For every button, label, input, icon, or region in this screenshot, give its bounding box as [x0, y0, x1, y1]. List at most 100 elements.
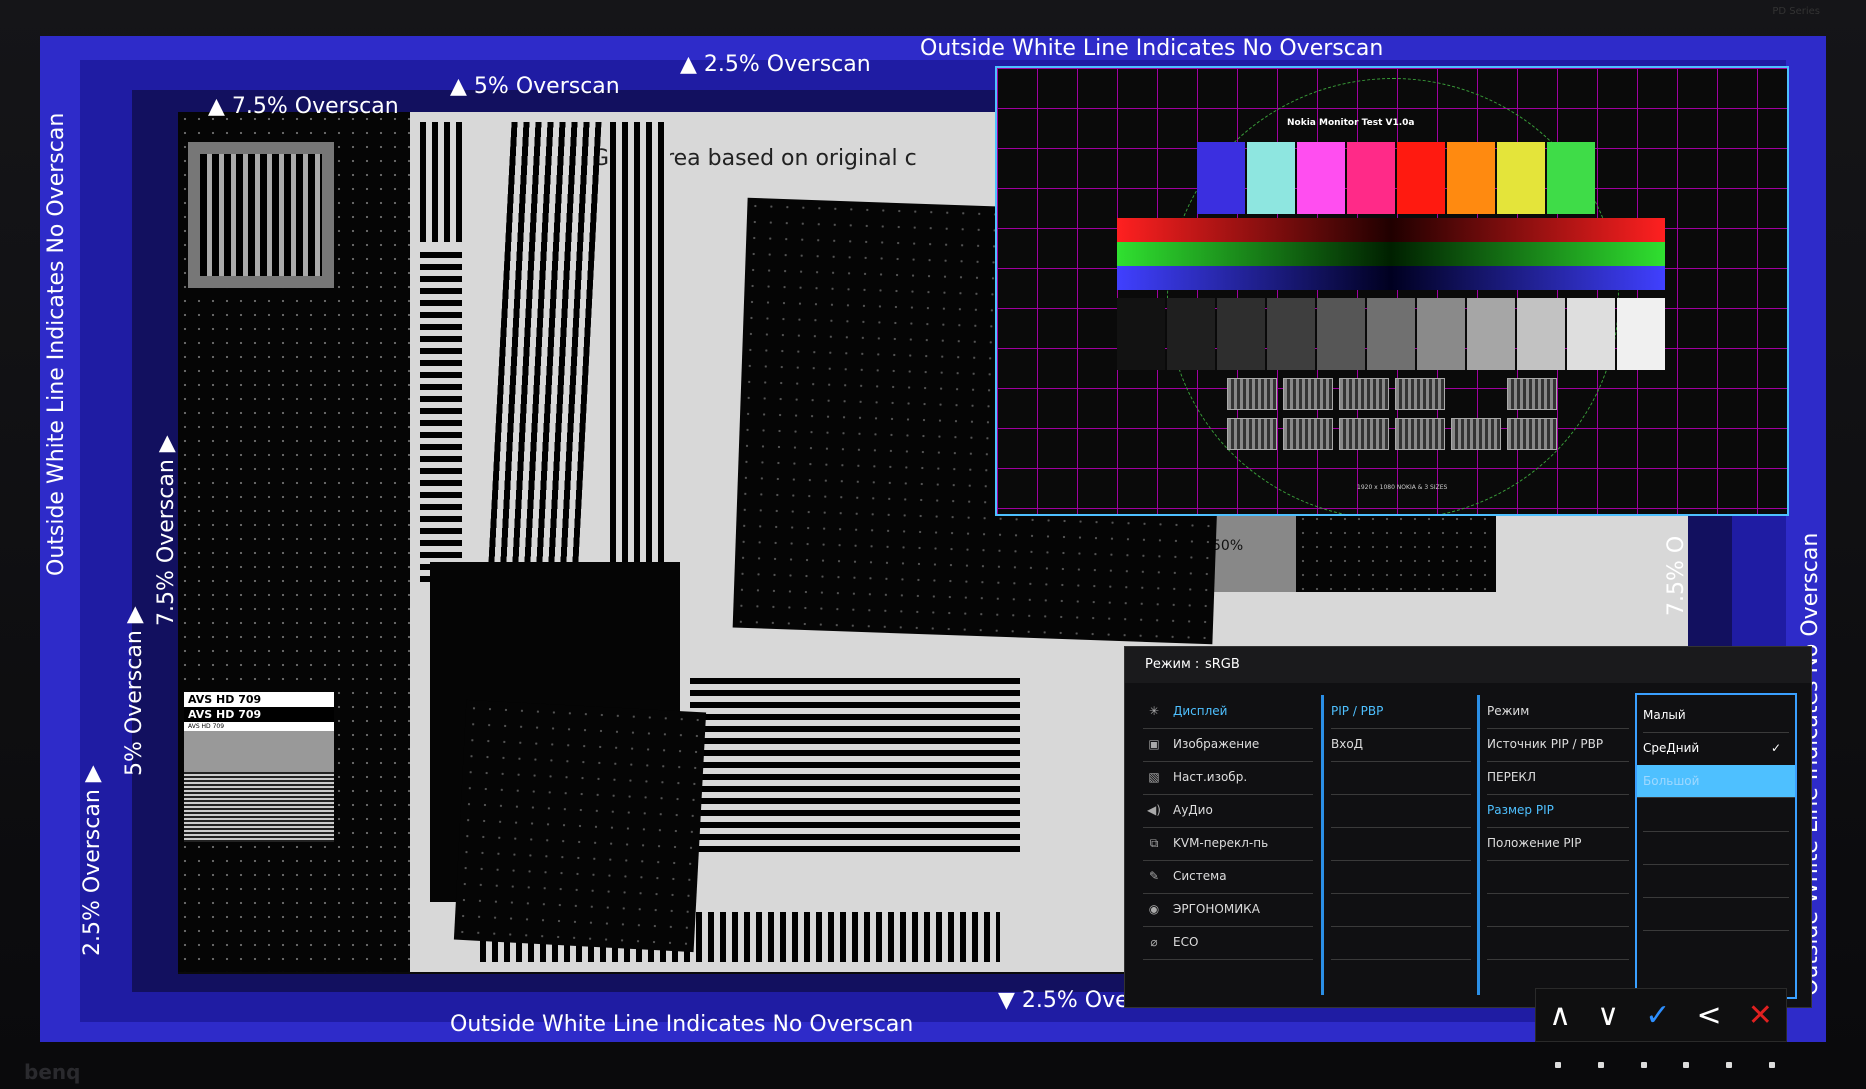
option-pip-size[interactable]: Размер PIP — [1487, 794, 1629, 828]
color-bar — [1497, 142, 1545, 214]
option-swap[interactable]: ПЕРЕКЛ — [1487, 761, 1629, 795]
confirm-button[interactable]: ✓ — [1645, 998, 1670, 1033]
monitor-bezel: PD Series benq AVS HD 709 AVS HD 709 AVS… — [0, 0, 1866, 1089]
test-icon — [1339, 378, 1389, 410]
submenu-item-pip-pbp[interactable]: PIP / PBP — [1331, 695, 1471, 729]
osd-separator — [1477, 695, 1480, 995]
gray-step — [1167, 298, 1215, 370]
menu-item-picture-advanced[interactable]: ▧ Наст.изобр. — [1143, 761, 1313, 795]
horizontal-lines-pattern — [690, 672, 1020, 852]
hardware-key[interactable] — [1768, 1062, 1775, 1068]
menu-item-picture[interactable]: ▣ Изображение — [1143, 728, 1313, 762]
menu-item-display[interactable]: ✳ Дисплей — [1143, 695, 1313, 729]
overscan-2-5-label-left: 2.5% Overscan ▶ — [80, 765, 105, 956]
curved-lines-pattern — [610, 122, 670, 562]
osd-separator — [1321, 695, 1324, 995]
gray-step — [1367, 298, 1415, 370]
gray-step — [1417, 298, 1465, 370]
down-arrow-button[interactable]: ∨ — [1597, 998, 1619, 1033]
color-bar — [1347, 142, 1395, 214]
test-icon — [1395, 418, 1445, 450]
monitor-screen: AVS HD 709 AVS HD 709 AVS HD 709 Gray ar… — [40, 36, 1826, 1042]
value-medium[interactable]: СреДний ✓ — [1643, 732, 1789, 766]
color-bar — [1447, 142, 1495, 214]
wrench-icon: ✎ — [1148, 869, 1160, 883]
menu-item-kvm[interactable]: ⧉ KVM-перекл-пь — [1143, 827, 1313, 861]
pip-color-bars — [1197, 142, 1597, 214]
avs-label: AVS HD 709 — [184, 692, 334, 707]
black-square-small — [453, 699, 707, 953]
picture-advanced-icon: ▧ — [1148, 770, 1160, 784]
menu-item-system[interactable]: ✎ Система — [1143, 860, 1313, 894]
kvm-icon: ⧉ — [1149, 836, 1159, 850]
osd-navigation-bar: ∧ ∨ ✓ < ✕ — [1535, 988, 1787, 1042]
picture-icon: ▣ — [1148, 737, 1160, 751]
fifty-percent-label: 50% — [1212, 538, 1244, 554]
test-icon — [1395, 378, 1445, 410]
left-pattern-panel: AVS HD 709 AVS HD 709 AVS HD 709 — [178, 112, 410, 972]
pip-gray-steps — [1117, 298, 1667, 370]
value-small[interactable]: Малый — [1643, 699, 1789, 733]
pip-rgb-strip — [1117, 218, 1665, 290]
back-button[interactable]: < — [1697, 998, 1722, 1033]
up-arrow-button[interactable]: ∧ — [1549, 998, 1571, 1033]
osd-menu: Режим : sRGB ✳ Дисплей ▣ Изображение ▧ Наст… — [1124, 646, 1812, 1008]
osd-values-panel: Малый СреДний ✓ Большой — [1635, 693, 1797, 999]
no-overscan-label-bottom: Outside White Line Indicates No Overscan — [450, 1012, 914, 1037]
hardware-key[interactable] — [1640, 1062, 1647, 1068]
no-overscan-label-top: Outside White Line Indicates No Overscan — [920, 36, 1384, 61]
overscan-5-label-left: 5% Overscan ▶ — [122, 606, 147, 776]
test-icon — [1507, 418, 1557, 450]
option-pip-source[interactable]: Источник PIP / PBP — [1487, 728, 1629, 762]
osd-submenu: PIP / PBP ВхоД — [1331, 695, 1471, 997]
option-pip-position[interactable]: Положение PIP — [1487, 827, 1629, 861]
overscan-7-5-label-right: 7.5% O — [1664, 535, 1689, 616]
osd-main-menu: ✳ Дисплей ▣ Изображение ▧ Наст.изобр. ◀) АуД… — [1143, 695, 1313, 997]
osd-header: Режим : sRGB — [1125, 647, 1811, 683]
step-bars-pattern — [420, 252, 462, 582]
color-bar — [1197, 142, 1245, 214]
test-icon — [1283, 418, 1333, 450]
overscan-2-5-label-top: ▲ 2.5% Overscan — [680, 52, 871, 77]
overscan-7-5-label-left: 7.5% Overscan ▶ — [154, 435, 179, 626]
test-icon — [1227, 418, 1277, 450]
color-bar — [1247, 142, 1295, 214]
converging-lines-pattern — [488, 122, 602, 562]
display-icon: ✳ — [1148, 704, 1160, 718]
no-overscan-label-left: Outside White Line Indicates No Overscan — [44, 112, 69, 576]
pip-window: Nokia Monitor Test V1.0a 1920 x 1080 NOK… — [995, 66, 1789, 516]
avs-block: AVS HD 709 AVS HD 709 AVS HD 709 — [184, 692, 334, 842]
menu-item-eco[interactable]: ⌀ ECO — [1143, 926, 1313, 960]
hardware-key[interactable] — [1683, 1062, 1690, 1068]
hardware-key[interactable] — [1597, 1062, 1604, 1068]
osd-mode-value: sRGB — [1205, 657, 1240, 672]
hardware-key[interactable] — [1555, 1062, 1561, 1068]
osd-options: Режим Источник PIP / PBP ПЕРЕКЛ Размер P… — [1487, 695, 1629, 997]
gray-step — [1317, 298, 1365, 370]
avs-label-small: AVS HD 709 — [184, 722, 334, 731]
test-icon — [1507, 378, 1557, 410]
test-icon — [1451, 418, 1501, 450]
option-mode[interactable]: Режим — [1487, 695, 1629, 729]
pip-caption: 1920 x 1080 NOKIA & 3 SIZES — [1357, 484, 1448, 491]
menu-item-ergonomics[interactable]: ◉ ЭРГОНОМИКА — [1143, 893, 1313, 927]
gray-step — [1267, 298, 1315, 370]
gray-step — [1567, 298, 1615, 370]
color-bar — [1297, 142, 1345, 214]
fine-lines-pattern — [420, 122, 462, 242]
test-icon — [1227, 378, 1277, 410]
monitor-model: PD Series — [1772, 6, 1820, 17]
gray-step — [1217, 298, 1265, 370]
pip-title: Nokia Monitor Test V1.0a — [1287, 118, 1415, 128]
eye-icon: ◉ — [1148, 902, 1160, 916]
grille-pattern — [188, 142, 334, 288]
gray-step — [1517, 298, 1565, 370]
hardware-key[interactable] — [1726, 1062, 1733, 1068]
value-large[interactable]: Большой — [1637, 765, 1795, 798]
overscan-5-label-top: ▲ 5% Overscan — [450, 74, 620, 99]
menu-item-audio[interactable]: ◀) АуДио — [1143, 794, 1313, 828]
gray-step — [1467, 298, 1515, 370]
submenu-item-input[interactable]: ВхоД — [1331, 728, 1471, 762]
close-button[interactable]: ✕ — [1748, 998, 1773, 1033]
gray-step — [1617, 298, 1665, 370]
